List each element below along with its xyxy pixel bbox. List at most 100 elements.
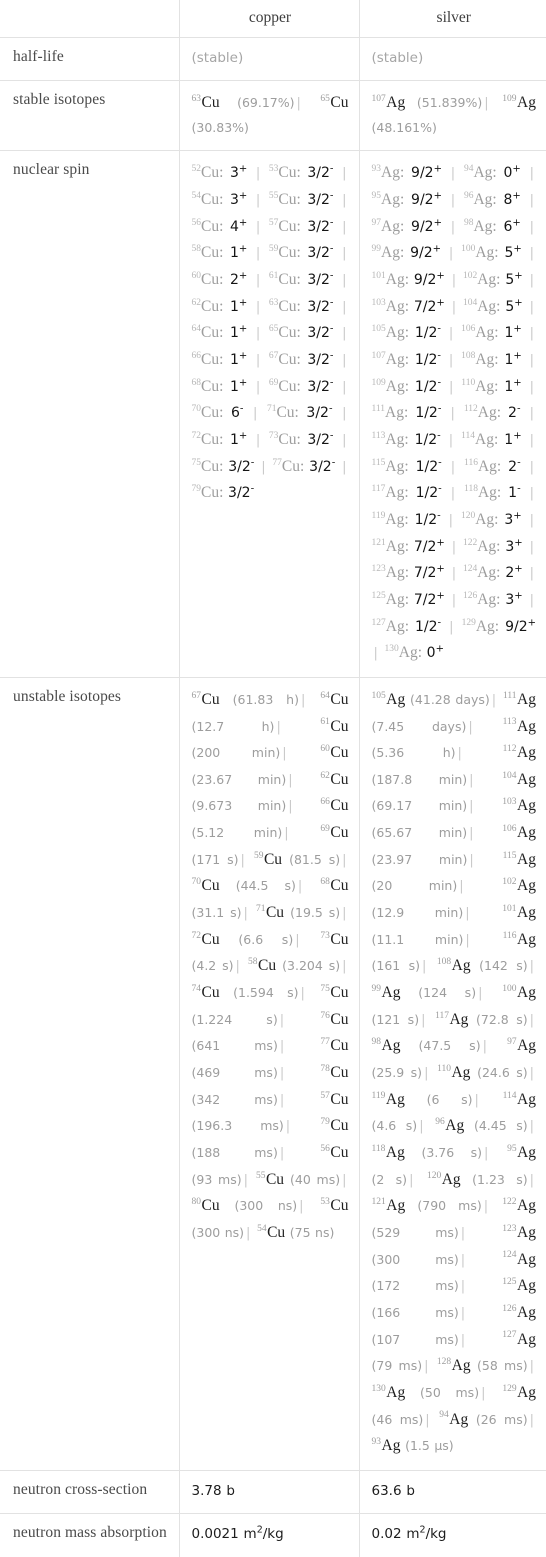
list-separator: | [529, 459, 535, 475]
mass-number: 115 [371, 457, 386, 468]
isotope-symbol: 79Cu [320, 1117, 349, 1135]
cell-half-life-silver: (stable) [359, 36, 546, 82]
isotope-symbol: 113Ag [502, 717, 536, 735]
isotope-label: 103Ag: [371, 297, 410, 315]
isotope-label: 101Ag: [371, 270, 410, 288]
isotope-detail: (342 ms) [191, 1091, 278, 1107]
isotope-detail: (200 min) [191, 745, 281, 761]
spin-value: 1/2- [415, 616, 442, 635]
isotope-detail: (469 ms) [191, 1065, 278, 1081]
mass-number: 124 [502, 1250, 517, 1261]
isotope-symbol: 75Cu [320, 983, 349, 1002]
header-cell-silver: silver [359, 0, 546, 38]
list-separator: | [424, 1066, 429, 1082]
isotope-detail: (107 ms) [371, 1331, 459, 1347]
spin-parity: + [432, 243, 442, 255]
mass-number: 124 [462, 564, 478, 575]
list-separator: | [342, 959, 347, 975]
mass-number: 110 [437, 1063, 451, 1074]
spin-value: 7/2+ [413, 563, 445, 582]
spin-parity: - [516, 403, 521, 415]
list-separator: | [255, 326, 261, 342]
list-separator: | [450, 193, 456, 209]
isotope-detail: (5.36 h) [371, 745, 456, 761]
mass-number: 123 [371, 564, 386, 575]
spin-parity: + [514, 563, 523, 575]
mass-number: 79 [320, 1117, 330, 1128]
isotope-label: 98Ag: [463, 217, 497, 235]
isotope-detail: (69.17%) [237, 95, 295, 111]
mass-number: 99 [371, 244, 382, 255]
mass-number: 70 [191, 404, 202, 415]
list-separator: | [279, 1146, 285, 1161]
mass-number: 76 [320, 1010, 330, 1021]
isotope-symbol: 100Ag [502, 983, 536, 1002]
mass-number: 57 [268, 217, 279, 228]
mass-number: 126 [502, 1303, 517, 1314]
list-separator: | [469, 826, 474, 842]
mass-number: 121 [371, 537, 386, 548]
list-separator: | [460, 1225, 466, 1241]
spin-value: 1+ [504, 376, 522, 395]
isotope-detail: (142 s) [479, 958, 528, 974]
mass-number: 104 [462, 297, 478, 308]
isotope-symbol: 59Cu [253, 850, 283, 868]
mass-number: 78 [320, 1063, 330, 1074]
spin-value: 1/2- [415, 456, 442, 475]
mass-number: 54 [191, 190, 202, 201]
isotope-label: 102Ag: [462, 270, 501, 288]
isotope-label: 126Ag: [462, 590, 501, 608]
isotope-detail: (30.83%) [191, 120, 249, 136]
mass-number: 118 [464, 484, 478, 495]
spin-parity: - [437, 350, 441, 362]
spin-parity: + [436, 563, 445, 575]
spin-value: 3+ [230, 190, 248, 209]
isotope-detail: (24.6 s) [477, 1065, 528, 1081]
mass-number: 67 [268, 350, 279, 361]
spin-value: 9/2+ [413, 270, 445, 288]
cell-nuclear-spin-silver: 93Ag: 9/2+ | 94Ag: 0+ | 95Ag: 9/2+ | 96A… [359, 150, 546, 678]
spin-parity: + [514, 536, 523, 548]
list-separator: | [529, 512, 534, 528]
isotope-detail: (300 ms) [371, 1251, 459, 1267]
list-separator: | [529, 1359, 534, 1375]
spin-parity: + [514, 590, 523, 602]
mass-number: 94 [463, 164, 474, 175]
list-separator: | [529, 592, 534, 608]
isotope-label: 62Cu: [191, 297, 224, 315]
spin-value: 6+ [503, 217, 521, 235]
list-separator: | [421, 959, 427, 975]
isotope-symbol: 109Ag [502, 94, 536, 112]
spin-value: 3+ [504, 510, 522, 528]
mass-number: 68 [191, 377, 202, 388]
isotope-symbol: 78Cu [320, 1063, 349, 1082]
spin-parity: - [328, 403, 333, 415]
list-separator: | [255, 432, 261, 448]
isotope-label: 75Cu: [191, 457, 224, 475]
list-separator: | [285, 1119, 291, 1135]
spin-parity: - [250, 483, 255, 495]
spin-parity: + [514, 297, 523, 308]
mass-number: 126 [462, 590, 478, 601]
spin-parity: - [517, 456, 521, 468]
mass-number: 68 [320, 877, 330, 888]
mass-number: 130 [371, 1383, 386, 1394]
isotope-detail: (1.23 s) [472, 1171, 528, 1187]
isotope-detail: (6 s) [426, 1091, 473, 1107]
isotope-label: 111Ag: [371, 404, 409, 422]
mass-number: 64 [191, 324, 202, 335]
spin-parity: + [238, 323, 248, 335]
spin-value: 3/2- [228, 483, 255, 502]
mass-number: 110 [461, 377, 476, 388]
isotope-detail: (641 ms) [191, 1038, 278, 1054]
isotope-symbol: 123Ag [502, 1223, 536, 1241]
isotope-label: 106Ag: [461, 324, 499, 342]
list-separator: | [300, 986, 305, 1002]
isotope-symbol: 72Cu [191, 930, 220, 948]
list-separator: | [342, 379, 347, 395]
list-separator: | [255, 379, 261, 395]
mass-number: 54 [257, 1223, 267, 1234]
spin-value: 4+ [230, 217, 248, 235]
isotope-symbol: 74Cu [191, 983, 220, 1002]
mass-number: 116 [464, 457, 478, 468]
